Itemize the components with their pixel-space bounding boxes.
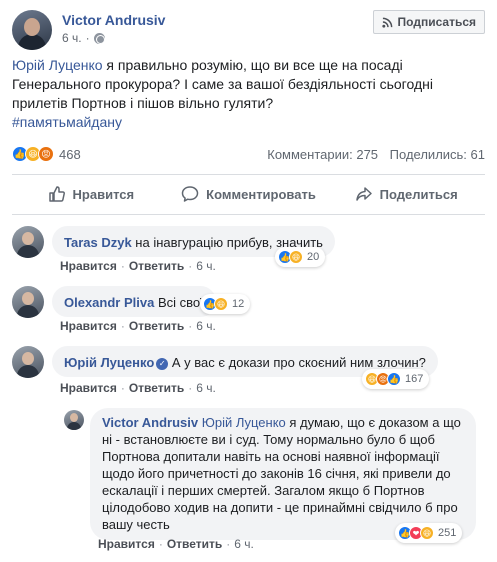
commenter-name[interactable]: Victor Andrusiv [102, 415, 198, 430]
post-stats: Комментарии: 275 Поделились: 61 [267, 147, 485, 162]
share-button[interactable]: Поделиться [327, 177, 485, 211]
post-text: Юрій Луценко я правильно розумію, що ви … [12, 56, 482, 132]
comment-icon [181, 186, 199, 202]
commenter-name[interactable]: Olexandr Pliva [64, 295, 154, 310]
comment-text: Всі свої [154, 295, 204, 310]
share-label: Поделиться [379, 186, 458, 202]
comment-reactions-count: 20 [307, 251, 320, 263]
reaction-icons[interactable]: 👍 😆 😡 [12, 146, 54, 162]
comment-actions: Нравится · Ответить · 6 ч. [60, 381, 216, 395]
comment-actions: Нравится · Ответить · 6 ч. [60, 319, 216, 333]
mention-link[interactable]: Юрій Луценко [202, 415, 286, 430]
comment-time[interactable]: 6 ч. [196, 381, 216, 395]
mention-link[interactable]: Юрій Луценко [12, 57, 103, 73]
divider [12, 214, 485, 215]
comment-time[interactable]: 6 ч. [196, 259, 216, 273]
hashtag-link[interactable]: #памятьмайдану [12, 114, 122, 130]
rss-icon [381, 17, 392, 28]
haha-reaction-icon: 😆 [420, 526, 434, 540]
commenter-avatar[interactable] [12, 226, 44, 258]
commenter-avatar[interactable] [12, 286, 44, 318]
commenter-avatar[interactable] [12, 346, 44, 378]
haha-reaction-icon: 😆 [214, 297, 228, 311]
separator: · [120, 319, 125, 333]
comments-count[interactable]: Комментарии: 275 [267, 147, 378, 162]
post-header: Victor Andrusiv 6 ч. · Подписаться [12, 10, 485, 50]
separator: · [188, 381, 193, 395]
comment-actions: Нравится · Ответить · 6 ч. [60, 259, 216, 273]
comment-reply-link[interactable]: Ответить [167, 537, 222, 551]
author-avatar[interactable] [12, 10, 52, 50]
comment-button[interactable]: Комментировать [170, 177, 328, 211]
divider [12, 174, 485, 175]
globe-icon [93, 32, 105, 44]
like-reaction-icon: 👍 [387, 372, 401, 386]
comment-reactions[interactable]: 👍 😆 20 [275, 247, 326, 267]
separator: · [120, 381, 125, 395]
comment: Taras Dzyk на інавгурацію прибув, значит… [12, 226, 485, 276]
comment-reactions-count: 251 [438, 527, 457, 539]
comment-actions: Нравится · Ответить · 6 ч. [98, 537, 254, 551]
separator: · [226, 537, 231, 551]
angry-reaction-icon: 😡 [38, 146, 54, 162]
comment-like-link[interactable]: Нравится [60, 319, 117, 333]
comment-time[interactable]: 6 ч. [196, 319, 216, 333]
comment-reply-link[interactable]: Ответить [129, 381, 184, 395]
like-button[interactable]: Нравится [12, 177, 170, 211]
author-name[interactable]: Victor Andrusiv [62, 12, 165, 28]
subscribe-button[interactable]: Подписаться [372, 10, 485, 34]
haha-reaction-icon: 😆 [289, 250, 303, 264]
separator: · [188, 259, 193, 273]
verified-badge-icon: ✓ [156, 357, 169, 370]
comment: Юрій Луценко ✓ А у вас є докази про скоєн… [12, 346, 485, 396]
post-time[interactable]: 6 ч. [62, 31, 82, 45]
comment-reactions-count: 12 [232, 298, 245, 310]
comment-bubble: Victor Andrusiv Юрій Луценко я думаю, що… [90, 408, 476, 540]
comment-reactions[interactable]: 👍 😆 12 [200, 294, 251, 314]
comment-like-link[interactable]: Нравится [60, 381, 117, 395]
separator: · [85, 31, 90, 45]
reactions-count[interactable]: 468 [59, 147, 81, 162]
comment-text: я думаю, що є доказом а що ні - встановл… [102, 415, 461, 532]
comment-reply-link[interactable]: Ответить [129, 319, 184, 333]
reactions-bar: 👍 😆 😡 468 Комментарии: 275 Поделились: 6… [12, 144, 485, 164]
comment-like-link[interactable]: Нравится [98, 537, 155, 551]
separator: · [158, 537, 163, 551]
comment-reactions[interactable]: 👍 ❤ 😆 251 [395, 523, 463, 543]
comment-time[interactable]: 6 ч. [234, 537, 254, 551]
shares-count[interactable]: Поделились: 61 [390, 147, 485, 162]
commenter-avatar[interactable] [64, 410, 84, 430]
post-actions: Нравится Комментировать Поделиться [12, 177, 485, 211]
like-label: Нравится [72, 186, 135, 202]
subscribe-label: Подписаться [397, 15, 476, 29]
comment-bubble: Olexandr Pliva Всі свої [52, 286, 216, 317]
thumbs-up-icon [48, 186, 65, 202]
separator: · [120, 259, 125, 273]
post-meta: 6 ч. · [62, 31, 105, 45]
comment: Olexandr Pliva Всі свої 👍 😆 12 Нравится … [12, 286, 485, 336]
comment-reply-link[interactable]: Ответить [129, 259, 184, 273]
commenter-name[interactable]: Юрій Луценко [64, 355, 154, 370]
comment-label: Комментировать [206, 186, 316, 202]
separator: · [188, 319, 193, 333]
comment-reactions[interactable]: 😆 😡 👍 167 [362, 369, 430, 389]
reply-comment: Victor Andrusiv Юрій Луценко я думаю, що… [12, 408, 485, 556]
comment-text: А у вас є докази про скоєний ним злочин? [171, 355, 426, 370]
comment-like-link[interactable]: Нравится [60, 259, 117, 273]
commenter-name[interactable]: Taras Dzyk [64, 235, 132, 250]
share-icon [355, 187, 372, 201]
comment-reactions-count: 167 [405, 373, 424, 385]
